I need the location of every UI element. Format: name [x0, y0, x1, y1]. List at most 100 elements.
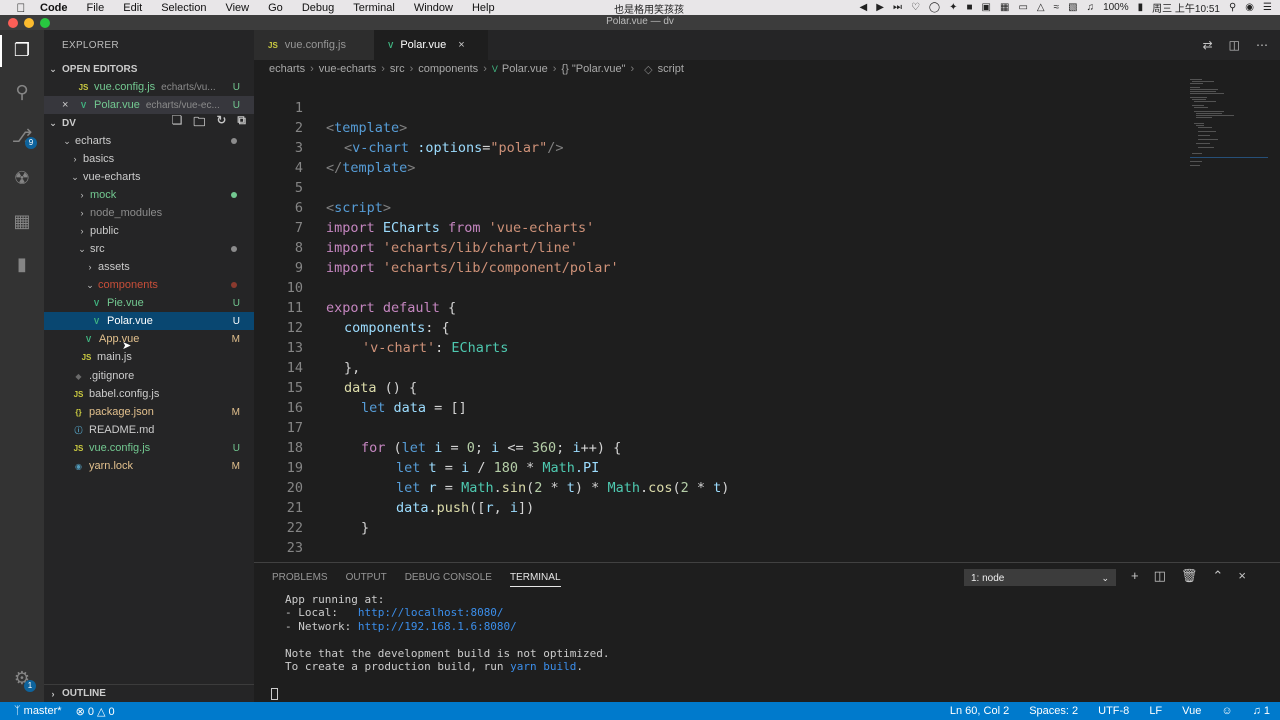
tab-debug-console[interactable]: DEBUG CONSOLE: [405, 572, 492, 587]
tab-polar-vue[interactable]: V Polar.vue ×: [374, 30, 488, 60]
new-file-icon[interactable]: ❏: [172, 113, 183, 134]
wifi-icon[interactable]: ≈: [1054, 2, 1060, 13]
tree-item-assets[interactable]: › assets: [44, 258, 254, 276]
tree-item-main-js[interactable]: JS main.js: [44, 348, 254, 366]
refresh-icon[interactable]: ↻: [216, 113, 226, 134]
open-editor-vue-config[interactable]: JS vue.config.js echarts/vu... U: [44, 78, 254, 96]
close-icon[interactable]: ×: [458, 39, 464, 51]
problems-summary[interactable]: ⊗ 0 △ 0: [76, 705, 115, 718]
close-panel-icon[interactable]: ×: [1238, 568, 1246, 584]
media-play-icon[interactable]: ▶: [876, 2, 884, 13]
tree-item-mock[interactable]: › mock: [44, 186, 254, 204]
display-icon[interactable]: ▣: [982, 2, 991, 13]
collapse-all-icon[interactable]: ⧉: [237, 113, 246, 134]
maximize-panel-icon[interactable]: ⌃: [1212, 568, 1223, 584]
encoding[interactable]: UTF-8: [1098, 705, 1129, 717]
tree-item-readme[interactable]: ⓘ README.md: [44, 421, 254, 439]
new-terminal-icon[interactable]: +: [1131, 568, 1139, 584]
line-ending[interactable]: LF: [1149, 705, 1162, 717]
tree-item-echarts[interactable]: ⌄ echarts: [44, 132, 254, 150]
tree-item-app-vue[interactable]: V App.vue M: [44, 330, 254, 348]
network-url-link[interactable]: http://192.168.1.6:8080/: [358, 620, 517, 633]
outline-header[interactable]: › OUTLINE: [44, 684, 254, 702]
breadcrumb-item[interactable]: Polar.vue: [502, 63, 548, 75]
terminal-output[interactable]: App running at: - Local: http://localhost…: [271, 593, 610, 700]
media-next-icon[interactable]: ⏭: [893, 2, 902, 13]
terminal-select[interactable]: 1: node ⌄: [964, 569, 1116, 586]
local-url-link[interactable]: http://localhost:8080/: [358, 606, 504, 619]
tab-terminal[interactable]: TERMINAL: [509, 572, 561, 587]
tree-item-vue-config[interactable]: JS vue.config.js U: [44, 439, 254, 457]
breadcrumb-item[interactable]: src: [390, 63, 405, 75]
menu-window[interactable]: Window: [414, 2, 453, 14]
more-actions-icon[interactable]: ⋯: [1256, 38, 1268, 52]
menu-go[interactable]: Go: [268, 2, 283, 14]
breadcrumb-item[interactable]: script: [658, 63, 684, 75]
breadcrumb-item[interactable]: {} "Polar.vue": [561, 63, 625, 75]
indentation[interactable]: Spaces: 2: [1029, 705, 1078, 717]
code-editor[interactable]: 1 <template> 2 <v-chart :options="polar"…: [254, 78, 1280, 562]
workspace-header[interactable]: ⌄ DV ❏ 🗀 ↻ ⧉: [44, 113, 254, 134]
terminal-prompt[interactable]: [271, 687, 610, 700]
menu-debug[interactable]: Debug: [302, 2, 334, 14]
open-editors-header[interactable]: ⌄ OPEN EDITORS: [44, 60, 254, 78]
remote-icon[interactable]: ▮: [10, 252, 34, 276]
tree-item-src[interactable]: ⌄ src: [44, 240, 254, 258]
tree-item-polar-vue[interactable]: V Polar.vue U: [44, 312, 254, 330]
tree-item-pie-vue[interactable]: V Pie.vue U: [44, 294, 254, 312]
explorer-icon[interactable]: ❐: [10, 38, 34, 62]
menu-help[interactable]: Help: [472, 2, 495, 14]
split-terminal-icon[interactable]: ◫: [1154, 568, 1166, 584]
search-icon[interactable]: ⚲: [10, 80, 34, 104]
breadcrumb-item[interactable]: echarts: [269, 63, 305, 75]
volume-icon[interactable]: ♫: [1087, 2, 1095, 13]
tree-item-babel-config[interactable]: JS babel.config.js: [44, 385, 254, 403]
language-mode[interactable]: Vue: [1182, 705, 1201, 717]
tree-item-node-modules[interactable]: › node_modules: [44, 204, 254, 222]
input-method-icon[interactable]: ▦: [1000, 2, 1009, 13]
apple-logo-icon[interactable]: : [14, 1, 28, 15]
tree-item-public[interactable]: › public: [44, 222, 254, 240]
siri-icon[interactable]: ◉: [1245, 2, 1254, 13]
bird-icon[interactable]: ✦: [949, 2, 957, 13]
open-changes-icon[interactable]: ⇄: [1203, 38, 1213, 52]
media-prev-icon[interactable]: ◀: [860, 2, 868, 13]
menu-view[interactable]: View: [225, 2, 249, 14]
tree-item-package-json[interactable]: {} package.json M: [44, 403, 254, 421]
screen-icon[interactable]: ▭: [1018, 2, 1027, 13]
tree-item-yarn-lock[interactable]: ◉ yarn.lock M: [44, 457, 254, 475]
tab-problems[interactable]: PROBLEMS: [272, 572, 328, 587]
battery-percent[interactable]: 100%: [1103, 2, 1129, 13]
shield-icon[interactable]: ◯: [929, 2, 940, 13]
menu-app[interactable]: Code: [40, 2, 68, 14]
feedback-icon[interactable]: ☺: [1221, 705, 1232, 717]
breadcrumb-item[interactable]: vue-echarts: [319, 63, 376, 75]
menu-terminal[interactable]: Terminal: [353, 2, 395, 14]
spotlight-icon[interactable]: ⚲: [1229, 2, 1236, 13]
tab-output[interactable]: OUTPUT: [346, 572, 387, 587]
menu-edit[interactable]: Edit: [123, 2, 142, 14]
tree-item-gitignore[interactable]: ◆ .gitignore: [44, 367, 254, 385]
tab-vue-config[interactable]: JS vue.config.js: [254, 30, 374, 60]
notifications[interactable]: ♫ 1: [1253, 705, 1270, 717]
notification-center-icon[interactable]: ☰: [1263, 2, 1272, 13]
trash-icon[interactable]: 🗑: [1181, 568, 1198, 584]
git-branch[interactable]: ᛉ master*: [14, 705, 62, 718]
menu-selection[interactable]: Selection: [161, 2, 206, 14]
airplay-icon[interactable]: △: [1037, 2, 1045, 13]
split-editor-icon[interactable]: ◫: [1229, 38, 1240, 52]
app-icon[interactable]: ■: [967, 2, 973, 13]
editor-scrollbar[interactable]: [1268, 78, 1280, 562]
tree-item-basics[interactable]: › basics: [44, 150, 254, 168]
battery-icon[interactable]: ▮: [1138, 2, 1144, 13]
debug-icon[interactable]: ☢: [10, 166, 34, 190]
minimap[interactable]: [1188, 78, 1268, 178]
tree-item-vue-echarts[interactable]: ⌄ vue-echarts: [44, 168, 254, 186]
cursor-position[interactable]: Ln 60, Col 2: [950, 705, 1009, 717]
bluetooth-icon[interactable]: ▧: [1068, 2, 1077, 13]
close-icon[interactable]: ×: [62, 99, 78, 111]
menu-file[interactable]: File: [87, 2, 105, 14]
heart-icon[interactable]: ♡: [911, 2, 920, 13]
new-folder-icon[interactable]: 🗀: [193, 113, 205, 134]
extensions-icon[interactable]: ▦: [10, 209, 34, 233]
